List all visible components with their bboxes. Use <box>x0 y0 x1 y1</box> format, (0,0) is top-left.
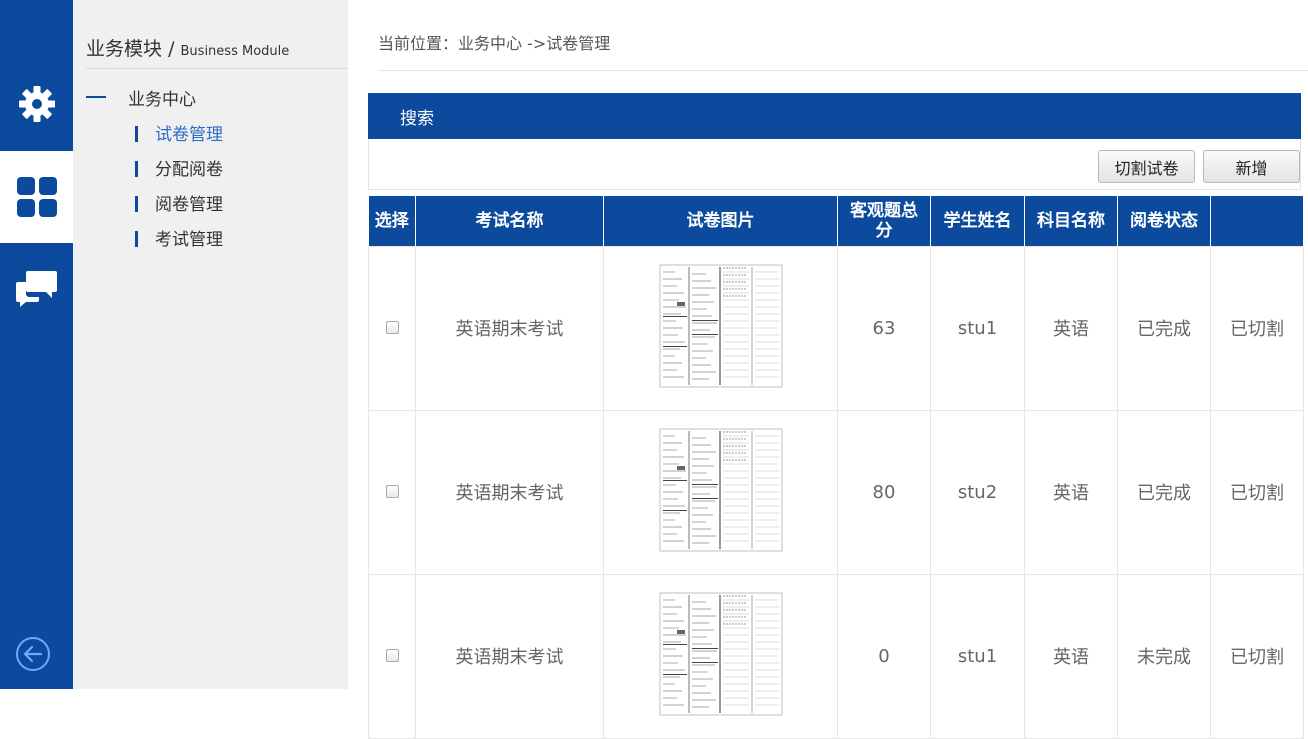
menu-item-exam-management[interactable]: 考试管理 <box>135 225 223 250</box>
menu-item-paper-management[interactable]: 试卷管理 <box>135 120 223 145</box>
select-cell <box>368 409 416 575</box>
search-panel-title: 搜索 <box>400 108 434 129</box>
grid-icon <box>16 177 57 217</box>
paper-image-cell <box>603 245 838 411</box>
student-cell: stu2 <box>930 409 1025 575</box>
column-header-student-name: 学生姓名 <box>930 196 1025 246</box>
search-panel-header: 搜索 <box>368 93 1301 139</box>
cut-status-cell: 已切割 <box>1210 409 1304 575</box>
exam-name-cell: 英语期末考试 <box>415 409 604 575</box>
row-checkbox[interactable] <box>385 648 399 662</box>
grading-status-cell: 未完成 <box>1117 573 1211 739</box>
table-row: 英语期末考试 80 stu2 英语 已完成 已切割 <box>368 409 1304 575</box>
gear-icon <box>18 86 55 122</box>
subject-cell: 英语 <box>1024 245 1118 411</box>
row-checkbox[interactable] <box>385 484 399 498</box>
exam-name-cell: 英语期末考试 <box>415 573 604 739</box>
paper-image-cell <box>603 409 838 575</box>
menu-header: 业务模块 / Business Module <box>86 34 348 69</box>
column-header-grading-status: 阅卷状态 <box>1117 196 1211 246</box>
paper-preview-graphic <box>659 428 782 551</box>
menu-group-label: 业务中心 <box>128 89 196 110</box>
paper-thumbnail[interactable] <box>658 263 783 388</box>
menu-group-business-center[interactable]: 业务中心 <box>86 85 196 110</box>
grading-status-cell: 已完成 <box>1117 245 1211 411</box>
rail-item-settings[interactable] <box>0 58 73 150</box>
menu-title: 业务模块 <box>86 38 163 60</box>
grading-status-cell: 已完成 <box>1117 409 1211 575</box>
chat-icon <box>15 271 57 307</box>
paper-image-cell <box>603 573 838 739</box>
rail-item-messages[interactable] <box>0 242 73 334</box>
column-header-objective-score: 客观题总分 <box>837 196 931 246</box>
menu-item-label: 考试管理 <box>155 229 223 250</box>
paper-table: 选择 考试名称 试卷图片 客观题总分 学生姓名 科目名称 阅卷状态 英语期末考试… <box>368 196 1304 739</box>
column-header-exam-name: 考试名称 <box>415 196 604 246</box>
add-button[interactable]: 新增 <box>1203 150 1300 183</box>
rail-item-modules[interactable] <box>0 151 73 243</box>
select-cell <box>368 245 416 411</box>
column-header-subject: 科目名称 <box>1024 196 1118 246</box>
table-row: 英语期末考试 63 stu1 英语 已完成 已切割 <box>368 245 1304 411</box>
column-header-select: 选择 <box>368 196 416 246</box>
score-cell: 0 <box>837 573 931 739</box>
student-cell: stu1 <box>930 245 1025 411</box>
back-button[interactable] <box>15 636 51 672</box>
exam-name-cell: 英语期末考试 <box>415 245 604 411</box>
column-header-cut-status <box>1210 196 1304 246</box>
score-cell: 80 <box>837 409 931 575</box>
menu-item-grading-management[interactable]: 阅卷管理 <box>135 190 223 215</box>
icon-rail <box>0 0 73 689</box>
menu-item-assign-grading[interactable]: 分配阅卷 <box>135 155 223 180</box>
menu-bar-icon <box>135 231 138 247</box>
module-menu: 业务模块 / Business Module 业务中心 试卷管理 分配阅卷 阅卷… <box>73 0 348 689</box>
score-cell: 63 <box>837 245 931 411</box>
menu-separator: / <box>168 38 175 60</box>
paper-thumbnail[interactable] <box>658 427 783 552</box>
menu-bar-icon <box>135 196 138 212</box>
subject-cell: 英语 <box>1024 409 1118 575</box>
row-checkbox[interactable] <box>385 320 399 334</box>
select-cell <box>368 573 416 739</box>
paper-preview-graphic <box>659 264 782 387</box>
cut-paper-button[interactable]: 切割试卷 <box>1098 150 1195 183</box>
cut-status-cell: 已切割 <box>1210 245 1304 411</box>
table-row: 英语期末考试 0 stu1 英语 未完成 已切割 <box>368 573 1304 739</box>
table-header-row: 选择 考试名称 试卷图片 客观题总分 学生姓名 科目名称 阅卷状态 <box>368 196 1304 246</box>
breadcrumb-divider <box>378 70 1308 71</box>
breadcrumb: 当前位置：业务中心 ->试卷管理 <box>378 34 611 53</box>
menu-subtitle: Business Module <box>180 44 290 59</box>
menu-bar-icon <box>135 161 138 177</box>
menu-item-label: 试卷管理 <box>155 124 223 145</box>
menu-item-label: 阅卷管理 <box>155 194 223 215</box>
student-cell: stu1 <box>930 573 1025 739</box>
column-header-paper-image: 试卷图片 <box>603 196 838 246</box>
menu-item-label: 分配阅卷 <box>155 159 223 180</box>
menu-bar-icon <box>135 126 138 142</box>
paper-preview-graphic <box>659 592 782 715</box>
paper-thumbnail[interactable] <box>658 591 783 716</box>
arrow-left-circle-icon <box>16 637 50 671</box>
cut-status-cell: 已切割 <box>1210 573 1304 739</box>
collapse-dash-icon <box>86 96 106 98</box>
subject-cell: 英语 <box>1024 573 1118 739</box>
